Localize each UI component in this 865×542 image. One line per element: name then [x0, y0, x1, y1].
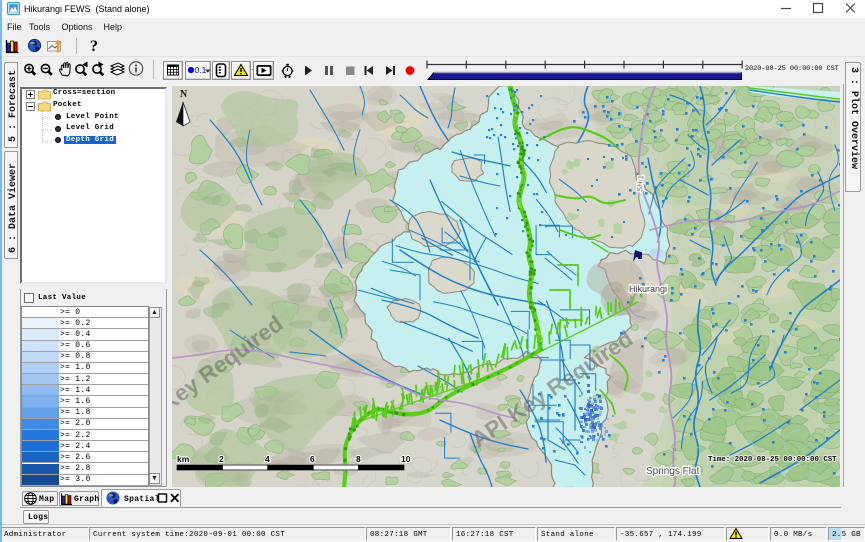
svg-text:Springs Flat: Springs Flat — [646, 466, 700, 477]
svg-text:10: 10 — [401, 454, 411, 464]
svg-text:8: 8 — [356, 454, 361, 464]
svg-text:N: N — [180, 89, 188, 100]
svg-text:4: 4 — [265, 454, 270, 464]
svg-text:6: 6 — [310, 454, 315, 464]
svg-text:Time: 2020-08-25 00:00:00 CST: Time: 2020-08-25 00:00:00 CST — [708, 456, 837, 464]
svg-text:Hikurangi: Hikurangi — [629, 284, 667, 294]
svg-text:?: ? — [90, 38, 98, 55]
svg-text:km: km — [177, 454, 190, 464]
svg-text:SH 1: SH 1 — [635, 175, 645, 192]
svg-text:2: 2 — [219, 454, 224, 464]
